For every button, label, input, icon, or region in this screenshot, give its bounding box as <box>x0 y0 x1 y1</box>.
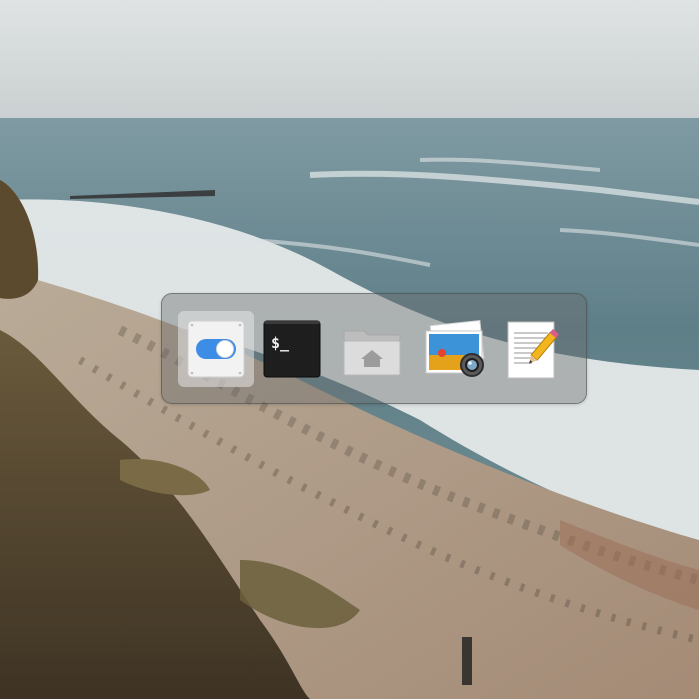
terminal-prompt-glyph: $_ <box>271 334 290 352</box>
app-switcher-item-settings[interactable] <box>178 311 254 387</box>
app-switcher-item-image-viewer[interactable] <box>418 311 494 387</box>
app-switcher-item-terminal[interactable]: $_ <box>254 311 330 387</box>
text-editor-icon <box>507 321 560 379</box>
home-folder-icon <box>343 330 401 376</box>
app-switcher: $_ <box>161 293 587 404</box>
image-viewer-icon <box>425 319 485 377</box>
settings-toggle-icon <box>187 320 245 378</box>
terminal-icon: $_ <box>263 320 321 378</box>
app-switcher-item-text-editor[interactable] <box>492 311 568 387</box>
app-switcher-item-home-folder[interactable] <box>334 311 410 387</box>
